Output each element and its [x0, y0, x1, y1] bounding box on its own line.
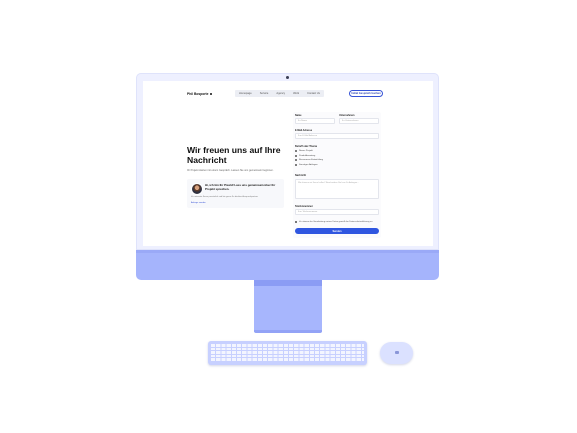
- topic-checkbox-2[interactable]: [295, 154, 298, 157]
- keyboard: [208, 341, 367, 365]
- card-text: Ich antworte Ihnen persönlich und bin ge…: [191, 196, 259, 198]
- brand-logo[interactable]: Phil Bosporte: [187, 92, 213, 96]
- keyboard-row: [211, 354, 364, 358]
- topic-label-1: Neues Projekt: [299, 150, 313, 152]
- brand-name: Phil Bosporte: [187, 92, 209, 96]
- keyboard-row: [211, 351, 364, 354]
- topic-checkbox-4[interactable]: [295, 163, 298, 166]
- email-field[interactable]: Ihre E-Mail Adresse: [295, 133, 379, 139]
- topic-checkbox-3[interactable]: [295, 159, 298, 162]
- monitor: Phil Bosporte Homepage Service Agency Wo…: [136, 73, 439, 280]
- email-label: E-Mail Adresse: [295, 129, 313, 132]
- topic-label-4: Sonstiges Anliegen: [299, 163, 318, 166]
- brand-dot-icon: [209, 92, 213, 96]
- page-title: Wir freuen uns auf Ihre Nachricht: [187, 145, 281, 165]
- monitor-stand: [254, 280, 322, 332]
- keyboard-row: [211, 358, 364, 362]
- mouse-logo-icon: [395, 351, 399, 354]
- message-label: Nachricht: [295, 174, 307, 177]
- consent-text: Ich stimme der Verarbeitung meiner Daten…: [299, 221, 373, 223]
- topic-label-2: Produktberatung: [299, 154, 316, 157]
- keyboard-row: [211, 347, 364, 351]
- avatar: [191, 183, 203, 195]
- screen: Phil Bosporte Homepage Service Agency Wo…: [143, 81, 433, 246]
- company-field[interactable]: Ihr Unternehmen: [339, 118, 379, 124]
- nav-link-homepage[interactable]: Homepage: [239, 92, 252, 95]
- contact-person-card: Hi, ich bin Ihr Pixeld! Lass uns gemeins…: [187, 179, 284, 208]
- monitor-bezel: Phil Bosporte Homepage Service Agency Wo…: [136, 73, 439, 250]
- page-subtitle: Ihr Projekt starten mit einem Gespräch. …: [187, 169, 274, 172]
- submit-button[interactable]: Senden: [295, 228, 379, 234]
- message-textarea[interactable]: Wie können wir Ihnen helfen? Beschreiben…: [295, 179, 379, 199]
- name-field[interactable]: Ihr Name: [295, 118, 335, 124]
- keyboard-row: [211, 344, 364, 347]
- topic-checkbox-1[interactable]: [295, 150, 298, 153]
- monitor-chin: [136, 250, 439, 280]
- chin-shade: [136, 250, 439, 253]
- contact-form: Name Ihr Name Unternehmen Ihr Unternehme…: [293, 112, 381, 238]
- stand-base: [254, 330, 322, 333]
- name-label: Name: [295, 114, 302, 117]
- card-link[interactable]: Anfrage senden: [191, 202, 206, 204]
- mouse: [380, 342, 413, 364]
- nav-link-service[interactable]: Service: [260, 92, 269, 95]
- book-call-button[interactable]: Initial Gespräch buchen: [349, 89, 383, 97]
- camera-icon: [286, 76, 289, 79]
- nav-links: Homepage Service Agency Work Contact Us: [235, 90, 324, 97]
- topic-label-3: Ressourcen Entwicklung: [299, 159, 323, 161]
- phone-field[interactable]: Ihre Telefonnummer: [295, 209, 379, 215]
- nav-link-work[interactable]: Work: [293, 92, 299, 95]
- card-title: Hi, ich bin Ihr Pixeld! Lass uns gemeins…: [205, 183, 276, 191]
- stand-shade: [254, 280, 322, 286]
- company-label: Unternehmen: [339, 114, 355, 117]
- nav-link-contact[interactable]: Contact Us: [307, 92, 320, 95]
- website-navbar: Phil Bosporte Homepage Service Agency Wo…: [143, 81, 433, 103]
- nav-link-agency[interactable]: Agency: [276, 92, 285, 95]
- topic-label: Betreff oder Thema: [295, 145, 317, 148]
- consent-checkbox[interactable]: [295, 221, 298, 224]
- phone-label: Telefonnummer: [295, 205, 313, 208]
